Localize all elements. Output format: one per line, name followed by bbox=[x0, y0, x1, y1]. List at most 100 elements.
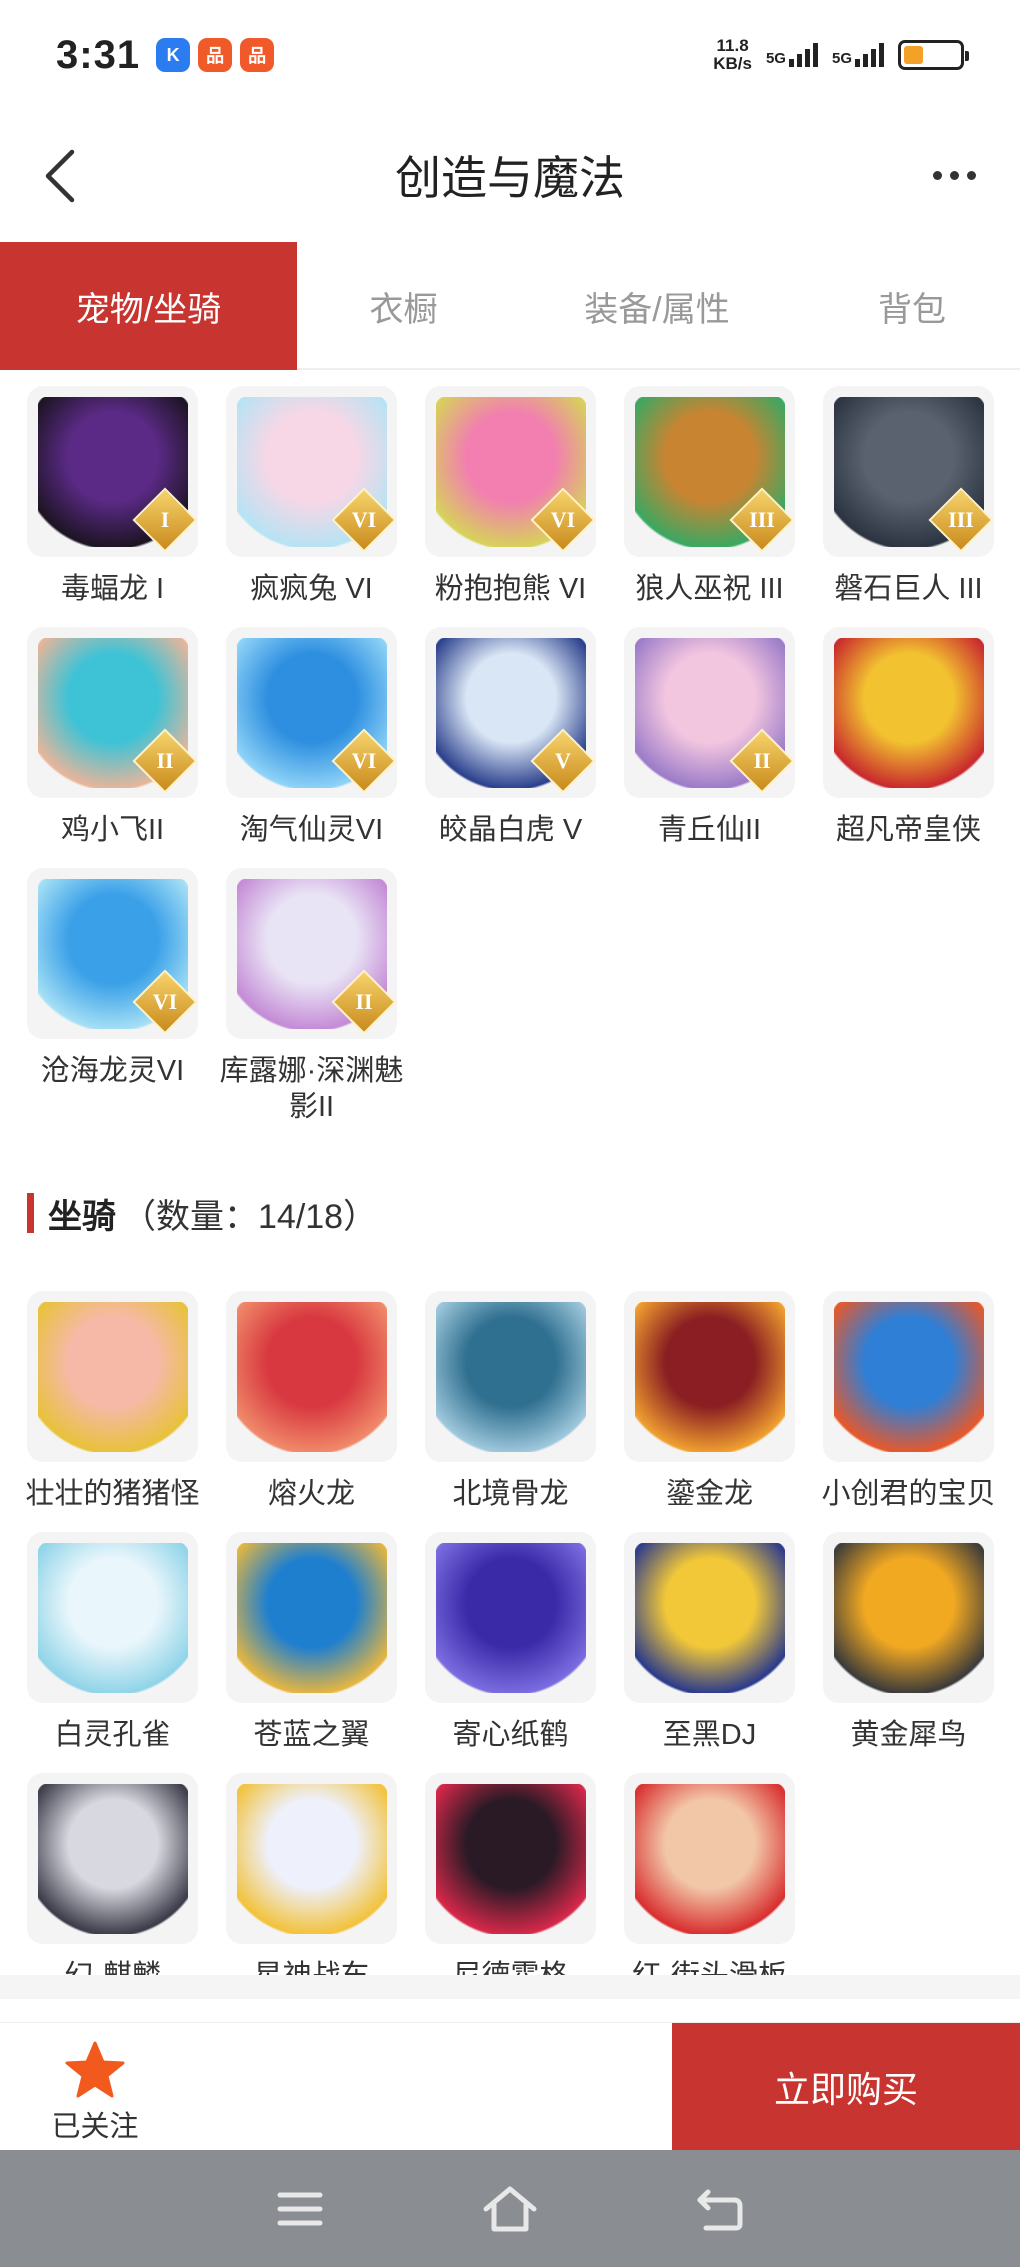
pet-item[interactable]: III 狼人巫祝 III bbox=[624, 386, 795, 607]
system-navigation-bar bbox=[0, 2150, 1020, 2267]
mount-thumbnail bbox=[425, 1291, 596, 1462]
pet-name: 磐石巨人 III bbox=[834, 573, 983, 605]
mount-item[interactable]: 熔火龙 bbox=[226, 1291, 397, 1512]
pet-name: 青丘仙II bbox=[657, 814, 762, 846]
status-app-icons: K 品 品 bbox=[156, 38, 275, 72]
network-speed: 11.8 KB/s bbox=[713, 37, 752, 73]
header: 创造与魔法 bbox=[0, 110, 1020, 240]
mount-item[interactable]: 星神战车 bbox=[226, 1773, 397, 1994]
shop-app-icon: 品 bbox=[198, 38, 233, 72]
pet-name: 沧海龙灵VI bbox=[40, 1055, 185, 1087]
pet-name: 毒蝠龙 I bbox=[60, 573, 165, 605]
pet-item[interactable]: V 皎晶白虎 V bbox=[425, 627, 596, 848]
pet-item[interactable]: III 磐石巨人 III bbox=[823, 386, 994, 607]
tab-wardrobe[interactable]: 衣橱 bbox=[297, 242, 510, 370]
mount-item[interactable]: 苍蓝之翼 bbox=[226, 1532, 397, 1753]
pet-thumbnail: I bbox=[27, 386, 198, 557]
pet-item[interactable]: VI 沧海龙灵VI bbox=[27, 868, 198, 1125]
pet-item[interactable]: II 青丘仙II bbox=[624, 627, 795, 848]
pet-name: 淘气仙灵VI bbox=[239, 814, 384, 846]
mount-item[interactable]: 寄心纸鹤 bbox=[425, 1532, 596, 1753]
pet-thumbnail: VI bbox=[425, 386, 596, 557]
mount-name: 小创君的宝贝 bbox=[821, 1478, 996, 1510]
mount-item[interactable]: 北境骨龙 bbox=[425, 1291, 596, 1512]
follow-label: 已关注 bbox=[51, 2111, 139, 2143]
tab-backpack[interactable]: 背包 bbox=[804, 242, 1020, 370]
network-speed-unit: KB/s bbox=[713, 54, 752, 73]
signal-1: 5G bbox=[766, 43, 818, 67]
rank-badge-label: VI bbox=[351, 507, 377, 532]
mount-name: 白灵孔雀 bbox=[54, 1719, 171, 1751]
pet-item[interactable]: I 毒蝠龙 I bbox=[27, 386, 198, 607]
tab-equipment[interactable]: 装备/属性 bbox=[510, 242, 804, 370]
pet-thumbnail: II bbox=[27, 627, 198, 798]
follow-button[interactable]: 已关注 bbox=[40, 2041, 150, 2145]
menu-button[interactable] bbox=[270, 2179, 330, 2239]
back-button[interactable] bbox=[32, 148, 88, 204]
pet-name: 皎晶白虎 V bbox=[438, 814, 583, 846]
signal-1-label: 5G bbox=[765, 50, 786, 67]
pet-name: 粉抱抱熊 VI bbox=[434, 573, 587, 605]
mount-item[interactable]: 白灵孔雀 bbox=[27, 1532, 198, 1753]
pet-name: 超凡帝皇侠 bbox=[835, 814, 981, 846]
tab-bar: 宠物/坐骑 衣橱 装备/属性 背包 bbox=[0, 242, 1020, 370]
deal-app-icon: 品 bbox=[240, 38, 275, 72]
rank-badge-label: III bbox=[948, 507, 974, 532]
pet-item[interactable]: II 鸡小飞II bbox=[27, 627, 198, 848]
mount-thumbnail bbox=[226, 1532, 397, 1703]
battery-icon bbox=[898, 40, 969, 70]
bottom-action-bar: 已关注 立即购买 bbox=[0, 2022, 1020, 2151]
mount-name: 鎏金龙 bbox=[665, 1478, 753, 1510]
pet-thumbnail: III bbox=[823, 386, 994, 557]
back-system-button[interactable] bbox=[690, 2179, 750, 2239]
content-scroll[interactable]: I 毒蝠龙 I VI 疯疯兔 VI VI 粉抱抱熊 VI III 狼人巫祝 III III 磐石巨… bbox=[0, 372, 1020, 1999]
more-dot-icon bbox=[949, 170, 959, 180]
pets-grid: I 毒蝠龙 I VI 疯疯兔 VI VI 粉抱抱熊 VI III 狼人巫祝 III III 磐石巨… bbox=[0, 386, 1020, 1125]
section-divider bbox=[0, 1975, 1020, 1999]
pet-item[interactable]: VI 粉抱抱熊 VI bbox=[425, 386, 596, 607]
mount-art bbox=[37, 1783, 188, 1934]
home-button[interactable] bbox=[480, 2179, 540, 2239]
more-button[interactable] bbox=[924, 150, 984, 200]
signal-2: 5G bbox=[832, 43, 884, 67]
mount-item[interactable]: 黄金犀鸟 bbox=[823, 1532, 994, 1753]
mount-thumbnail bbox=[27, 1773, 198, 1944]
pet-item[interactable]: VI 疯疯兔 VI bbox=[226, 386, 397, 607]
buy-now-button[interactable]: 立即购买 bbox=[672, 2023, 1020, 2151]
pet-item[interactable]: II 库露娜·深渊魅影II bbox=[220, 868, 403, 1125]
tab-pets-mounts[interactable]: 宠物/坐骑 bbox=[0, 242, 297, 370]
pet-name: 库露娜·深渊魅影II bbox=[219, 1055, 404, 1123]
pet-art bbox=[833, 637, 984, 788]
home-icon bbox=[483, 2186, 537, 2231]
mount-item[interactable]: 幻·麒麟 bbox=[27, 1773, 198, 1994]
mount-item[interactable]: 小创君的宝贝 bbox=[821, 1291, 996, 1512]
status-bar: 3:31 K 品 品 11.8 KB/s 5G 5G bbox=[0, 0, 1020, 110]
mount-item[interactable]: 尼德霍格 bbox=[425, 1773, 596, 1994]
pet-thumbnail: VI bbox=[226, 386, 397, 557]
mount-art bbox=[435, 1301, 586, 1452]
mount-thumbnail bbox=[823, 1532, 994, 1703]
mount-art bbox=[435, 1542, 586, 1693]
mount-section-label: 坐骑 bbox=[48, 1197, 116, 1236]
mount-name: 至黑DJ bbox=[662, 1719, 757, 1751]
mount-item[interactable]: 壮壮的猪猪怪 bbox=[25, 1291, 200, 1512]
rank-badge-label: VI bbox=[152, 989, 178, 1014]
mount-thumbnail bbox=[226, 1773, 397, 1944]
mount-item[interactable]: 至黑DJ bbox=[624, 1532, 795, 1753]
mount-thumbnail bbox=[226, 1291, 397, 1462]
mount-section-count: （数量：14/18） bbox=[122, 1197, 378, 1236]
mount-item[interactable]: 鎏金龙 bbox=[624, 1291, 795, 1512]
pet-item[interactable]: 超凡帝皇侠 bbox=[823, 627, 994, 848]
mount-art bbox=[634, 1301, 785, 1452]
mount-art bbox=[37, 1301, 188, 1452]
rank-badge-label: II bbox=[753, 748, 771, 773]
mount-thumbnail bbox=[624, 1773, 795, 1944]
rank-badge-label: VI bbox=[550, 507, 576, 532]
pet-item[interactable]: VI 淘气仙灵VI bbox=[226, 627, 397, 848]
mount-art bbox=[833, 1542, 984, 1693]
rank-badge-label: II bbox=[355, 989, 373, 1014]
more-dot-icon bbox=[966, 170, 976, 180]
mount-item[interactable]: 红-街头滑板 bbox=[624, 1773, 795, 1994]
signal-bars-icon bbox=[855, 43, 884, 67]
pet-thumbnail: VI bbox=[226, 627, 397, 798]
